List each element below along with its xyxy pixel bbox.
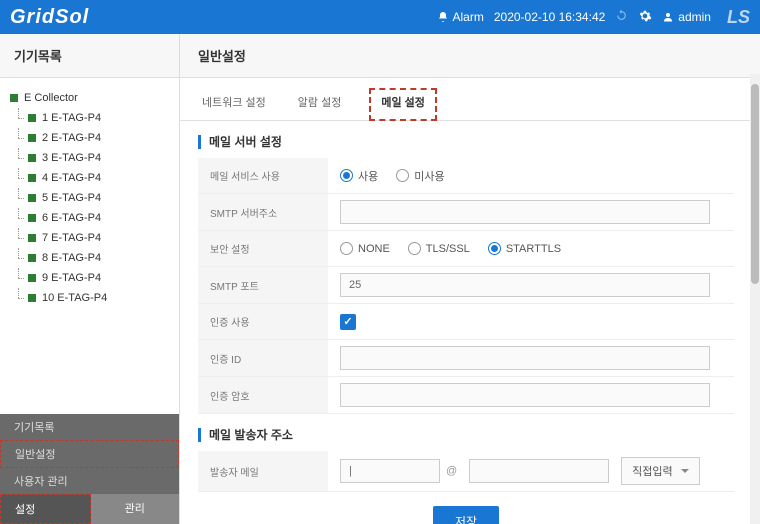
smtp-addr-input[interactable]: [340, 200, 710, 224]
status-icon: [28, 174, 36, 182]
tab-alarm[interactable]: 알람 설정: [294, 88, 346, 120]
radio-icon: [488, 242, 501, 255]
nav-general-settings[interactable]: 일반설정: [0, 440, 179, 468]
ls-logo: LS: [727, 7, 750, 28]
user-icon: [662, 11, 674, 23]
status-icon: [28, 294, 36, 302]
auth-pw-input[interactable]: [340, 383, 710, 407]
radio-icon: [396, 169, 409, 182]
auth-use-checkbox[interactable]: ✓: [340, 314, 356, 330]
smtp-port-input[interactable]: [340, 273, 710, 297]
section-bar-icon: [198, 135, 201, 149]
sender-domain-input[interactable]: [469, 459, 609, 483]
chevron-down-icon: [681, 469, 689, 473]
nav-user-mgmt[interactable]: 사용자 관리: [0, 468, 179, 494]
nav-device-list[interactable]: 기기목록: [0, 414, 179, 440]
user-indicator[interactable]: admin: [662, 10, 711, 24]
security-label: 보안 설정: [198, 231, 328, 266]
auth-id-label: 인증 ID: [198, 340, 328, 376]
tree-item[interactable]: 8 E-TAG-P4: [8, 248, 171, 268]
radio-security-none[interactable]: NONE: [340, 242, 390, 255]
status-icon: [28, 114, 36, 122]
status-icon: [28, 194, 36, 202]
sender-mail-label: 발송자 메일: [198, 451, 328, 491]
settings-tabs: 네트워크 설정 알람 설정 메일 설정: [180, 78, 752, 121]
section-title: 메일 발송자 주소: [209, 426, 293, 443]
save-button[interactable]: 저장: [433, 506, 499, 524]
header-datetime: 2020-02-10 16:34:42: [494, 10, 605, 24]
radio-security-starttls[interactable]: STARTTLS: [488, 242, 561, 255]
tab-network[interactable]: 네트워크 설정: [198, 88, 270, 120]
sidebar: 기기목록 E Collector 1 E-TAG-P4 2 E-TAG-P4 3…: [0, 34, 180, 524]
smtp-addr-label: SMTP 서버주소: [198, 194, 328, 230]
tab-mail[interactable]: 메일 설정: [369, 88, 437, 121]
section-bar-icon: [198, 428, 201, 442]
app-header: GridSol Alarm 2020-02-10 16:34:42 admin …: [0, 0, 760, 34]
tree-item[interactable]: 10 E-TAG-P4: [8, 288, 171, 308]
tree-item[interactable]: 3 E-TAG-P4: [8, 148, 171, 168]
radio-icon: [340, 242, 353, 255]
status-icon: [28, 214, 36, 222]
at-sign-icon: @: [446, 465, 457, 477]
status-icon: [28, 254, 36, 262]
section-title: 메일 서버 설정: [209, 133, 282, 150]
header-right: Alarm 2020-02-10 16:34:42 admin LS: [437, 7, 750, 28]
tree-item[interactable]: 7 E-TAG-P4: [8, 228, 171, 248]
scrollbar[interactable]: [750, 74, 760, 524]
refresh-icon[interactable]: [615, 9, 628, 25]
radio-service-use[interactable]: 사용: [340, 168, 378, 184]
nav-manage[interactable]: 관리: [91, 494, 180, 524]
alarm-indicator[interactable]: Alarm: [437, 10, 484, 24]
sender-domain-select[interactable]: 직접입력: [621, 457, 699, 485]
mail-server-section: 메일 서버 설정 메일 서비스 사용 사용 미사용 SMTP 서버주소: [180, 121, 752, 414]
app-logo: GridSol: [10, 6, 89, 29]
smtp-port-label: SMTP 포트: [198, 267, 328, 303]
tree-root[interactable]: E Collector: [8, 88, 171, 108]
main-panel: 일반설정 네트워크 설정 알람 설정 메일 설정 메일 서버 설정 메일 서비스…: [180, 34, 760, 524]
mail-service-label: 메일 서비스 사용: [198, 158, 328, 193]
bell-icon: [437, 11, 449, 23]
tree-item[interactable]: 5 E-TAG-P4: [8, 188, 171, 208]
radio-icon: [408, 242, 421, 255]
status-icon: [28, 134, 36, 142]
tree-item[interactable]: 6 E-TAG-P4: [8, 208, 171, 228]
radio-service-nouse[interactable]: 미사용: [396, 168, 444, 184]
sidebar-title: 기기목록: [0, 34, 179, 78]
sender-local-input[interactable]: [340, 459, 440, 483]
nav-settings[interactable]: 설정: [0, 494, 91, 524]
tree-item[interactable]: 9 E-TAG-P4: [8, 268, 171, 288]
radio-icon: [340, 169, 353, 182]
status-icon: [28, 274, 36, 282]
user-name: admin: [678, 10, 711, 24]
status-icon: [10, 94, 18, 102]
sender-section: 메일 발송자 주소 발송자 메일 @ 직접입력 저장: [180, 414, 752, 524]
status-icon: [28, 154, 36, 162]
radio-security-tls[interactable]: TLS/SSL: [408, 242, 470, 255]
settings-icon[interactable]: [638, 9, 652, 26]
alarm-label: Alarm: [453, 10, 484, 24]
auth-id-input[interactable]: [340, 346, 710, 370]
tree-item[interactable]: 1 E-TAG-P4: [8, 108, 171, 128]
auth-pw-label: 인증 암호: [198, 377, 328, 413]
scrollbar-thumb[interactable]: [751, 84, 759, 284]
page-title: 일반설정: [180, 34, 760, 78]
status-icon: [28, 234, 36, 242]
sidebar-bottom-nav: 기기목록 일반설정 사용자 관리 설정 관리: [0, 414, 179, 524]
tree-item[interactable]: 4 E-TAG-P4: [8, 168, 171, 188]
auth-use-label: 인증 사용: [198, 304, 328, 339]
tree-item[interactable]: 2 E-TAG-P4: [8, 128, 171, 148]
